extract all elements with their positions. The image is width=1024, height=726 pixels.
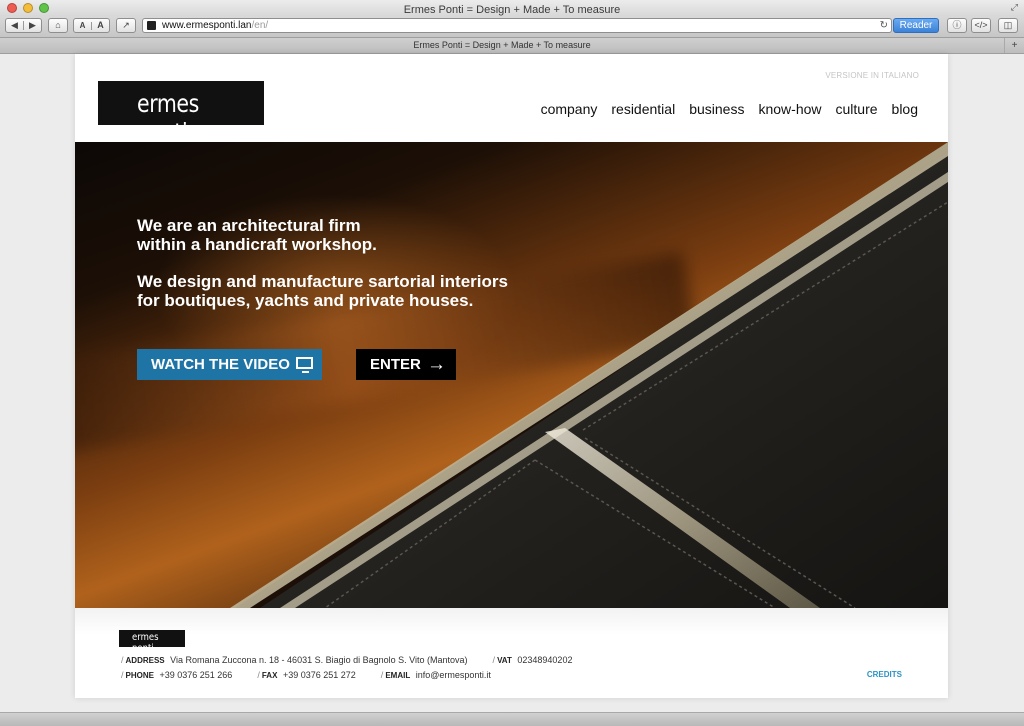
hero-text: We are an architectural firm within a ha… [137,216,508,328]
vat-value: 02348940202 [517,655,573,665]
hero-line-3: We design and manufacture sartorial inte… [137,272,508,291]
reader-button[interactable]: Reader [893,18,939,33]
phone-label: PHONE [125,671,154,680]
hero-line-1: We are an architectural firm [137,216,361,235]
back-button[interactable]: ◀ [6,21,24,30]
web-page: ermes ponti. VERSIONE IN ITALIANO compan… [75,54,948,698]
language-switch-link[interactable]: VERSIONE IN ITALIANO [825,71,919,80]
enter-label: ENTER [370,356,421,373]
window-bottom-edge [0,712,1024,726]
tab-bar: Ermes Ponti = Design + Made + To measure… [0,37,1024,54]
phone-value: +39 0376 251 266 [159,670,233,680]
developer-button[interactable]: </> [971,18,991,33]
site-footer: ermes ponti. / ADDRESS Via Romana Zuccona… [75,608,948,698]
watch-video-label: WATCH THE VIDEO [151,356,290,373]
zoom-window-button[interactable] [39,3,49,13]
share-button[interactable]: ↗ [116,18,136,33]
favicon-icon [147,21,156,30]
email-link[interactable]: info@ermesponti.it [416,670,491,680]
footer-logo-text: ermes ponti. [132,632,159,654]
arrow-right-icon: → [427,354,446,375]
nav-residential[interactable]: residential [611,101,675,117]
window-titlebar: Ermes Ponti = Design + Made + To measure… [0,0,1024,16]
hero-line-2: within a handicraft workshop. [137,235,377,254]
hero-banner: We are an architectural firm within a ha… [75,142,948,608]
nav-company[interactable]: company [541,101,598,117]
close-window-button[interactable] [7,3,17,13]
nav-blog[interactable]: blog [892,101,918,117]
email-label: EMAIL [385,671,411,680]
footer-logo[interactable]: ermes ponti. [119,630,185,654]
fullscreen-icon[interactable]: ⤢ [1011,2,1018,13]
text-size-group: A A [73,18,110,33]
back-forward-group: ◀ ▶ [5,18,42,33]
text-smaller-button[interactable]: A [74,21,92,30]
credits-link[interactable]: CREDITS [867,670,902,679]
url-host: www.ermesponti.lan [162,20,252,31]
vat-label: VAT [497,656,512,665]
reload-icon[interactable]: ↻ [880,19,888,32]
main-navigation: company residential business know-how cu… [541,101,918,117]
address-label: ADDRESS [125,656,165,665]
monitor-icon [296,357,313,373]
text-bigger-button[interactable]: A [92,21,109,30]
browser-toolbar: ◀ ▶ ⌂ A A ↗ www.ermesponti.lan/en/ ↻ Rea… [0,16,1024,37]
new-tab-button[interactable]: + [1004,38,1024,53]
nav-business[interactable]: business [689,101,744,117]
fax-label: FAX [261,671,278,680]
minimize-window-button[interactable] [23,3,33,13]
url-path: /en/ [251,20,269,31]
home-button[interactable]: ⌂ [48,18,68,33]
enter-button[interactable]: ENTER → [356,349,456,380]
footer-address-row: / ADDRESS Via Romana Zuccona n. 18 - 4603… [121,655,573,665]
window-title: Ermes Ponti = Design + Made + To measure [403,4,621,16]
screenshot-button[interactable]: ◫ [998,18,1018,33]
window-controls [7,3,49,13]
watch-video-button[interactable]: WATCH THE VIDEO [137,349,322,380]
footer-contact-row: / PHONE +39 0376 251 266 /FAX +39 0376 25… [121,670,491,680]
logo-text: ermes ponti. [137,89,199,147]
fax-value: +39 0376 251 272 [282,670,356,680]
nav-culture[interactable]: culture [836,101,878,117]
hero-line-4: for boutiques, yachts and private houses… [137,291,474,310]
forward-button[interactable]: ▶ [24,21,41,30]
nav-know-how[interactable]: know-how [758,101,821,117]
address-bar[interactable]: www.ermesponti.lan/en/ ↻ [142,18,892,33]
info-button[interactable]: ⓘ [947,18,967,33]
active-tab[interactable]: Ermes Ponti = Design + Made + To measure [0,38,1004,53]
site-logo[interactable]: ermes ponti. [98,81,264,147]
address-value: Via Romana Zuccona n. 18 - 46031 S. Biag… [170,655,468,665]
